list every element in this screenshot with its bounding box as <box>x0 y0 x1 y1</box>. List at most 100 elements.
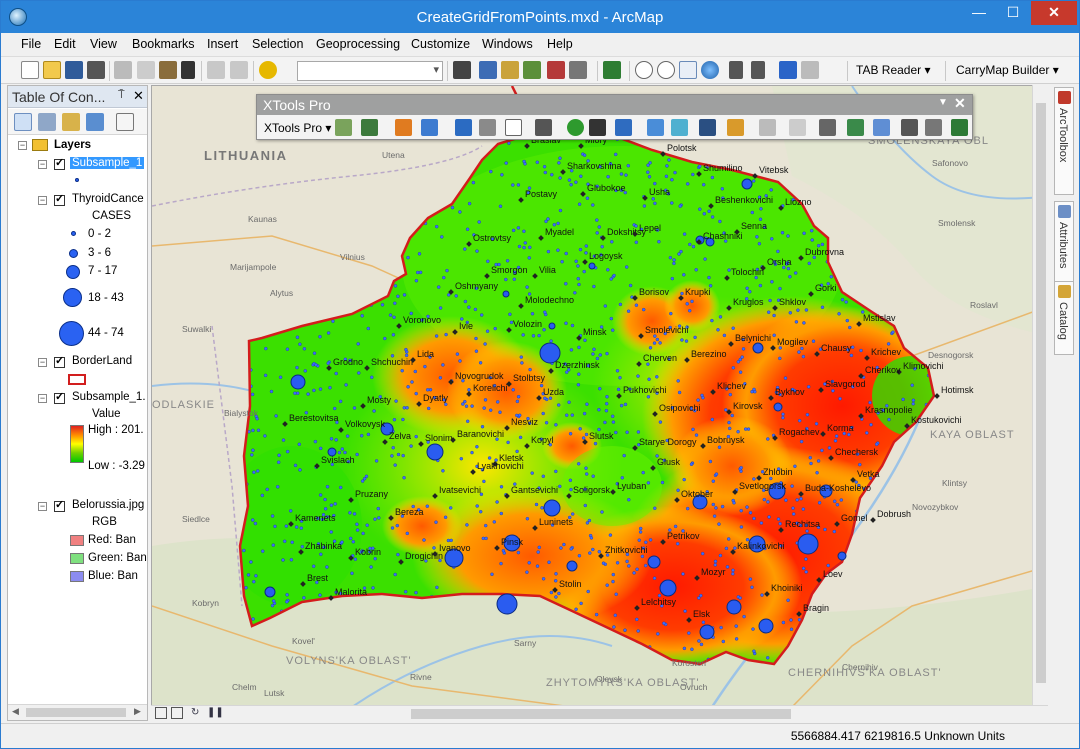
tab-reader-menu[interactable]: TAB Reader ▾ <box>856 63 931 77</box>
arctoolbox-window-icon[interactable] <box>547 61 565 79</box>
layer2-collapse-toggle[interactable]: − <box>38 196 47 205</box>
print-icon[interactable] <box>87 61 105 79</box>
xtools-rectangle-icon[interactable] <box>505 119 522 136</box>
delete-icon[interactable] <box>181 61 195 79</box>
redo-icon[interactable] <box>230 61 248 79</box>
layers-collapse-toggle[interactable]: − <box>18 141 27 150</box>
attributes-tab[interactable]: Attributes <box>1054 201 1074 287</box>
menu-edit[interactable]: Edit <box>54 37 76 51</box>
map-scale-combobox[interactable] <box>297 61 443 81</box>
layout-view-icon[interactable] <box>171 707 183 719</box>
menu-help[interactable]: Help <box>547 37 573 51</box>
toc-options-icon[interactable] <box>116 113 134 131</box>
xtools-pen-icon[interactable] <box>951 119 968 136</box>
list-by-source-icon[interactable] <box>38 113 56 131</box>
xtools-sql-icon[interactable] <box>789 119 806 136</box>
menu-file[interactable]: File <box>21 37 41 51</box>
xtools-ab-icon[interactable] <box>873 119 890 136</box>
xtools-close-icon[interactable]: ✕ <box>954 95 966 112</box>
maximize-button[interactable]: ☐ <box>996 1 1030 25</box>
layer3-visibility-checkbox[interactable] <box>54 354 65 368</box>
xtools-magic-icon[interactable] <box>671 119 688 136</box>
map-canvas[interactable]: Braslav MioryPolotskSharkovshina Shumilino… <box>152 86 1048 706</box>
menu-insert[interactable]: Insert <box>207 37 238 51</box>
xtools-title-bar[interactable]: XTools Pro ▼ ✕ <box>257 95 972 115</box>
copy-icon[interactable] <box>137 61 155 79</box>
menu-geoprocessing[interactable]: Geoprocessing <box>316 37 400 51</box>
xtools-info-icon[interactable] <box>567 119 584 136</box>
open-folder-icon[interactable] <box>43 61 61 79</box>
toc-close-icon[interactable]: ✕ <box>133 88 144 104</box>
minimize-button[interactable]: — <box>962 1 996 25</box>
xtools-tag-icon[interactable] <box>647 119 664 136</box>
layer5-name[interactable]: Belorussia.jpg <box>72 499 144 511</box>
catalog-tab[interactable]: Catalog <box>1054 281 1074 355</box>
xtools-map-icon[interactable] <box>901 119 918 136</box>
toc-scroll-thumb[interactable] <box>26 708 126 717</box>
menu-bookmarks[interactable]: Bookmarks <box>132 37 195 51</box>
search-window-icon[interactable] <box>523 61 541 79</box>
layer2-name[interactable]: ThyroidCance <box>72 193 144 205</box>
xtools-clipboard-icon[interactable] <box>759 119 776 136</box>
menu-view[interactable]: View <box>90 37 117 51</box>
xtools-vertices-icon[interactable] <box>455 119 472 136</box>
pin-icon[interactable]: ⍑ <box>118 89 125 102</box>
layer1-collapse-toggle[interactable]: − <box>38 160 47 169</box>
list-by-drawing-order-icon[interactable] <box>14 113 32 131</box>
fixed-zoom-in-icon[interactable] <box>729 61 743 79</box>
add-data-icon[interactable] <box>259 61 277 79</box>
paste-icon[interactable] <box>159 61 177 79</box>
xtools-options-dropdown-icon[interactable]: ▼ <box>938 97 948 108</box>
carrymap-builder-menu[interactable]: CarryMap Builder ▾ <box>956 63 1059 77</box>
xtools-settings-icon[interactable] <box>819 119 836 136</box>
xtools-back-icon[interactable] <box>847 119 864 136</box>
cut-icon[interactable] <box>114 61 132 79</box>
data-view-icon[interactable] <box>155 707 167 719</box>
layer2-visibility-checkbox[interactable] <box>54 192 65 206</box>
scroll-right-arrow-icon[interactable]: ▶ <box>134 706 141 717</box>
layer1-visibility-checkbox[interactable] <box>54 156 65 170</box>
arctoolbox-tab[interactable]: ArcToolbox <box>1054 87 1074 195</box>
map-vertical-scrollbar[interactable] <box>1032 85 1048 706</box>
pan-icon[interactable] <box>679 61 697 79</box>
xtools-selection-icon[interactable] <box>421 119 438 136</box>
map-hscroll-thumb[interactable] <box>411 709 791 719</box>
layer5-collapse-toggle[interactable]: − <box>38 502 47 511</box>
zoom-in-icon[interactable] <box>635 61 653 79</box>
full-extent-icon[interactable] <box>701 61 719 79</box>
close-button[interactable]: ✕ <box>1031 1 1077 25</box>
layer4-visibility-checkbox[interactable] <box>54 390 65 404</box>
zoom-out-icon[interactable] <box>657 61 675 79</box>
scroll-left-arrow-icon[interactable]: ◀ <box>12 706 19 717</box>
xtools-layer-operations-icon[interactable] <box>361 119 378 136</box>
undo-icon[interactable] <box>207 61 225 79</box>
layer4-collapse-toggle[interactable]: − <box>38 394 47 403</box>
xtools-menu[interactable]: XTools Pro ▾ <box>264 121 331 135</box>
layer4-name[interactable]: Subsample_1. <box>72 391 146 403</box>
xtools-geometry-icon[interactable] <box>535 119 552 136</box>
xtools-export-icon[interactable] <box>727 119 744 136</box>
menu-selection[interactable]: Selection <box>252 37 303 51</box>
new-document-icon[interactable] <box>21 61 39 79</box>
table-of-contents-icon[interactable] <box>479 61 497 79</box>
list-by-selection-icon[interactable] <box>86 113 104 131</box>
back-extent-icon[interactable] <box>779 61 797 79</box>
xtools-transform-icon[interactable] <box>479 119 496 136</box>
xtools-table-operations-icon[interactable] <box>335 119 352 136</box>
fixed-zoom-out-icon[interactable] <box>751 61 765 79</box>
layer5-visibility-checkbox[interactable] <box>54 498 65 512</box>
editor-toolbar-icon[interactable] <box>453 61 471 79</box>
xtools-color-icon[interactable] <box>615 119 632 136</box>
toc-horizontal-scrollbar[interactable]: ◀ ▶ <box>8 704 147 720</box>
data-frame-label[interactable]: Layers <box>54 139 91 151</box>
catalog-window-icon[interactable] <box>501 61 519 79</box>
xtools-book-icon[interactable] <box>925 119 942 136</box>
menu-windows[interactable]: Windows <box>482 37 533 51</box>
xtools-copy-layers-icon[interactable] <box>699 119 716 136</box>
layer3-name[interactable]: BorderLand <box>72 355 132 367</box>
menu-customize[interactable]: Customize <box>411 37 470 51</box>
layer3-collapse-toggle[interactable]: − <box>38 358 47 367</box>
xtools-identify-icon[interactable] <box>589 119 606 136</box>
map-vscroll-thumb[interactable] <box>1036 103 1046 683</box>
layer1-name[interactable]: Subsample_1 <box>70 157 145 169</box>
